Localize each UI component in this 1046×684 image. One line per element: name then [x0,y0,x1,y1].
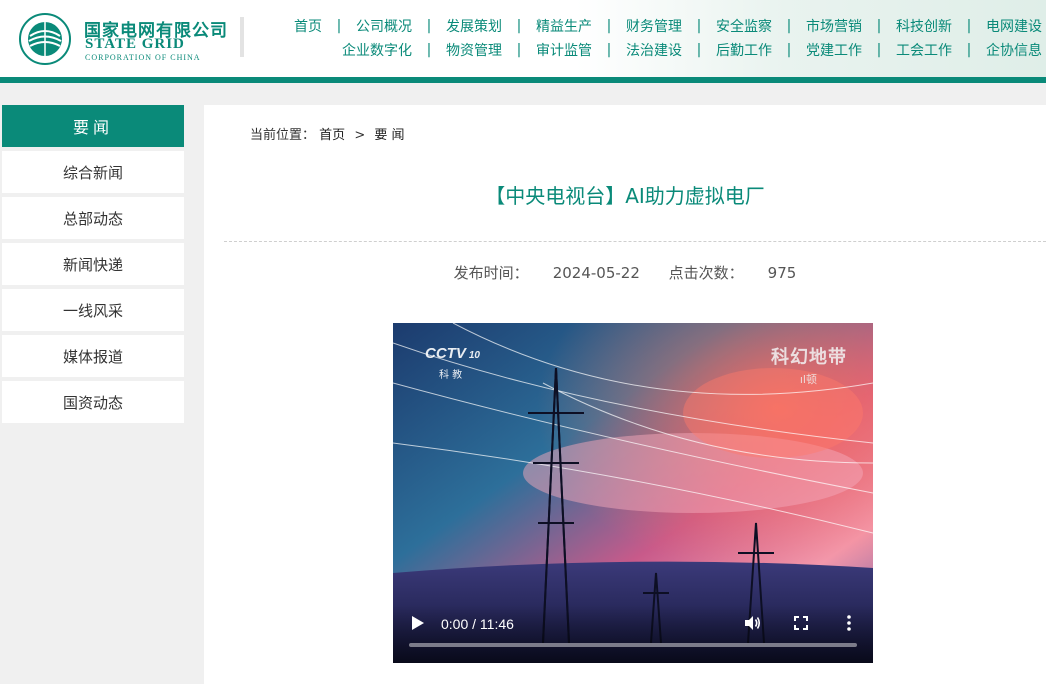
state-grid-logo[interactable]: 国家电网有限公司 STATE GRID CORPORATION OF CHINA [18,12,238,65]
header-divider [240,17,244,57]
nav-item-logistics[interactable]: 后勤工作 [716,40,772,60]
main-nav-row-2: 企业数字化 | 物资管理 | 审计监管 | 法治建设 | 后勤工作 | 党建工作… [342,40,1042,60]
nav-separator: | [966,18,972,34]
nav-separator: | [696,42,702,58]
title-divider [224,241,1046,242]
state-grid-emblem-icon [19,13,71,65]
nav-item-legal[interactable]: 法治建设 [626,40,682,60]
channel-logo: CCTV 10 [425,345,480,362]
video-controls: 0:00 / 11:46 [393,605,873,663]
publish-info: 发布时间： 2024-05-22 [454,264,640,282]
nav-separator: | [516,18,522,34]
channel-number: 10 [468,350,480,361]
nav-separator: | [966,42,972,58]
publish-date: 2024-05-22 [552,264,640,282]
sidebar-item-sasac-news[interactable]: 国资动态 [2,381,184,423]
nav-item-materials[interactable]: 物资管理 [446,40,502,60]
click-count-info: 点击次数： 975 [669,264,797,282]
nav-item-digitalization[interactable]: 企业数字化 [342,40,412,60]
channel-subtitle: 科 教 [439,370,463,381]
main-content: 当前位置： 首页 > 要 闻 【中央电视台】AI助力虚拟电厂 发布时间： 2024… [204,105,1046,684]
nav-item-party-building[interactable]: 党建工作 [806,40,862,60]
sidebar-item-frontline[interactable]: 一线风采 [2,289,184,331]
nav-item-finance[interactable]: 财务管理 [626,16,682,36]
nav-separator: | [786,18,792,34]
nav-separator: | [876,18,882,34]
breadcrumb: 当前位置： 首页 > 要 闻 [250,124,405,143]
publish-label: 发布时间： [453,264,529,282]
click-count-label: 点击次数： [668,264,744,282]
channel-name: CCTV [425,345,466,362]
sidebar-item-comprehensive-news[interactable]: 综合新闻 [2,151,184,193]
program-name: 科幻地带 [771,347,847,368]
more-options-icon[interactable] [839,613,859,633]
sidebar-title: 要闻 [2,105,184,147]
video-time: 0:00 / 11:46 [441,616,514,632]
logo-english-name: STATE GRID [85,36,185,52]
click-count: 975 [767,264,797,282]
nav-item-technology[interactable]: 科技创新 [896,16,952,36]
volume-icon[interactable] [742,613,762,633]
nav-separator: | [696,18,702,34]
breadcrumb-current[interactable]: 要 闻 [374,128,404,143]
nav-separator: | [516,42,522,58]
play-icon[interactable] [411,615,425,631]
site-header: 国家电网有限公司 STATE GRID CORPORATION OF CHINA… [0,0,1046,83]
nav-separator: | [426,18,432,34]
logo-english-subtitle: CORPORATION OF CHINA [85,53,201,62]
nav-separator: | [606,18,612,34]
nav-item-lean-production[interactable]: 精益生产 [536,16,592,36]
time-separator: / [468,616,480,632]
sidebar-item-media-reports[interactable]: 媒体报道 [2,335,184,377]
sidebar-item-news-express[interactable]: 新闻快递 [2,243,184,285]
video-player[interactable]: CCTV 10 科 教 科幻地带 ıl顿 0:00 / 11:46 [393,323,873,663]
nav-separator: | [606,42,612,58]
duration: 11:46 [479,616,514,632]
article-title: 【中央电视台】AI助力虚拟电厂 [485,184,765,208]
main-nav-row-1: 首页 | 公司概况 | 发展策划 | 精益生产 | 财务管理 | 安全监察 | … [294,16,1042,36]
nav-item-home[interactable]: 首页 [294,16,322,36]
program-subtitle: ıl顿 [799,373,817,386]
nav-item-audit[interactable]: 审计监管 [536,40,592,60]
nav-item-company-overview[interactable]: 公司概况 [356,16,412,36]
breadcrumb-separator: > [354,128,366,143]
nav-item-safety[interactable]: 安全监察 [716,16,772,36]
nav-separator: | [336,18,342,34]
seek-bar[interactable] [409,643,857,647]
article-meta: 发布时间： 2024-05-22 点击次数： 975 [204,262,1046,283]
nav-separator: | [876,42,882,58]
breadcrumb-label: 当前位置： [250,128,316,143]
nav-item-trade-union[interactable]: 工会工作 [896,40,952,60]
nav-item-grid-construction[interactable]: 电网建设 [986,16,1042,36]
nav-item-enterprise-association[interactable]: 企协信息 [986,40,1042,60]
sidebar: 要闻 综合新闻 总部动态 新闻快递 一线风采 媒体报道 国资动态 [2,105,184,427]
current-time: 0:00 [441,616,469,632]
sidebar-item-headquarters-news[interactable]: 总部动态 [2,197,184,239]
fullscreen-icon[interactable] [791,613,811,633]
breadcrumb-home-link[interactable]: 首页 [319,128,345,143]
nav-item-development-planning[interactable]: 发展策划 [446,16,502,36]
nav-separator: | [426,42,432,58]
nav-item-marketing[interactable]: 市场营销 [806,16,862,36]
nav-separator: | [786,42,792,58]
